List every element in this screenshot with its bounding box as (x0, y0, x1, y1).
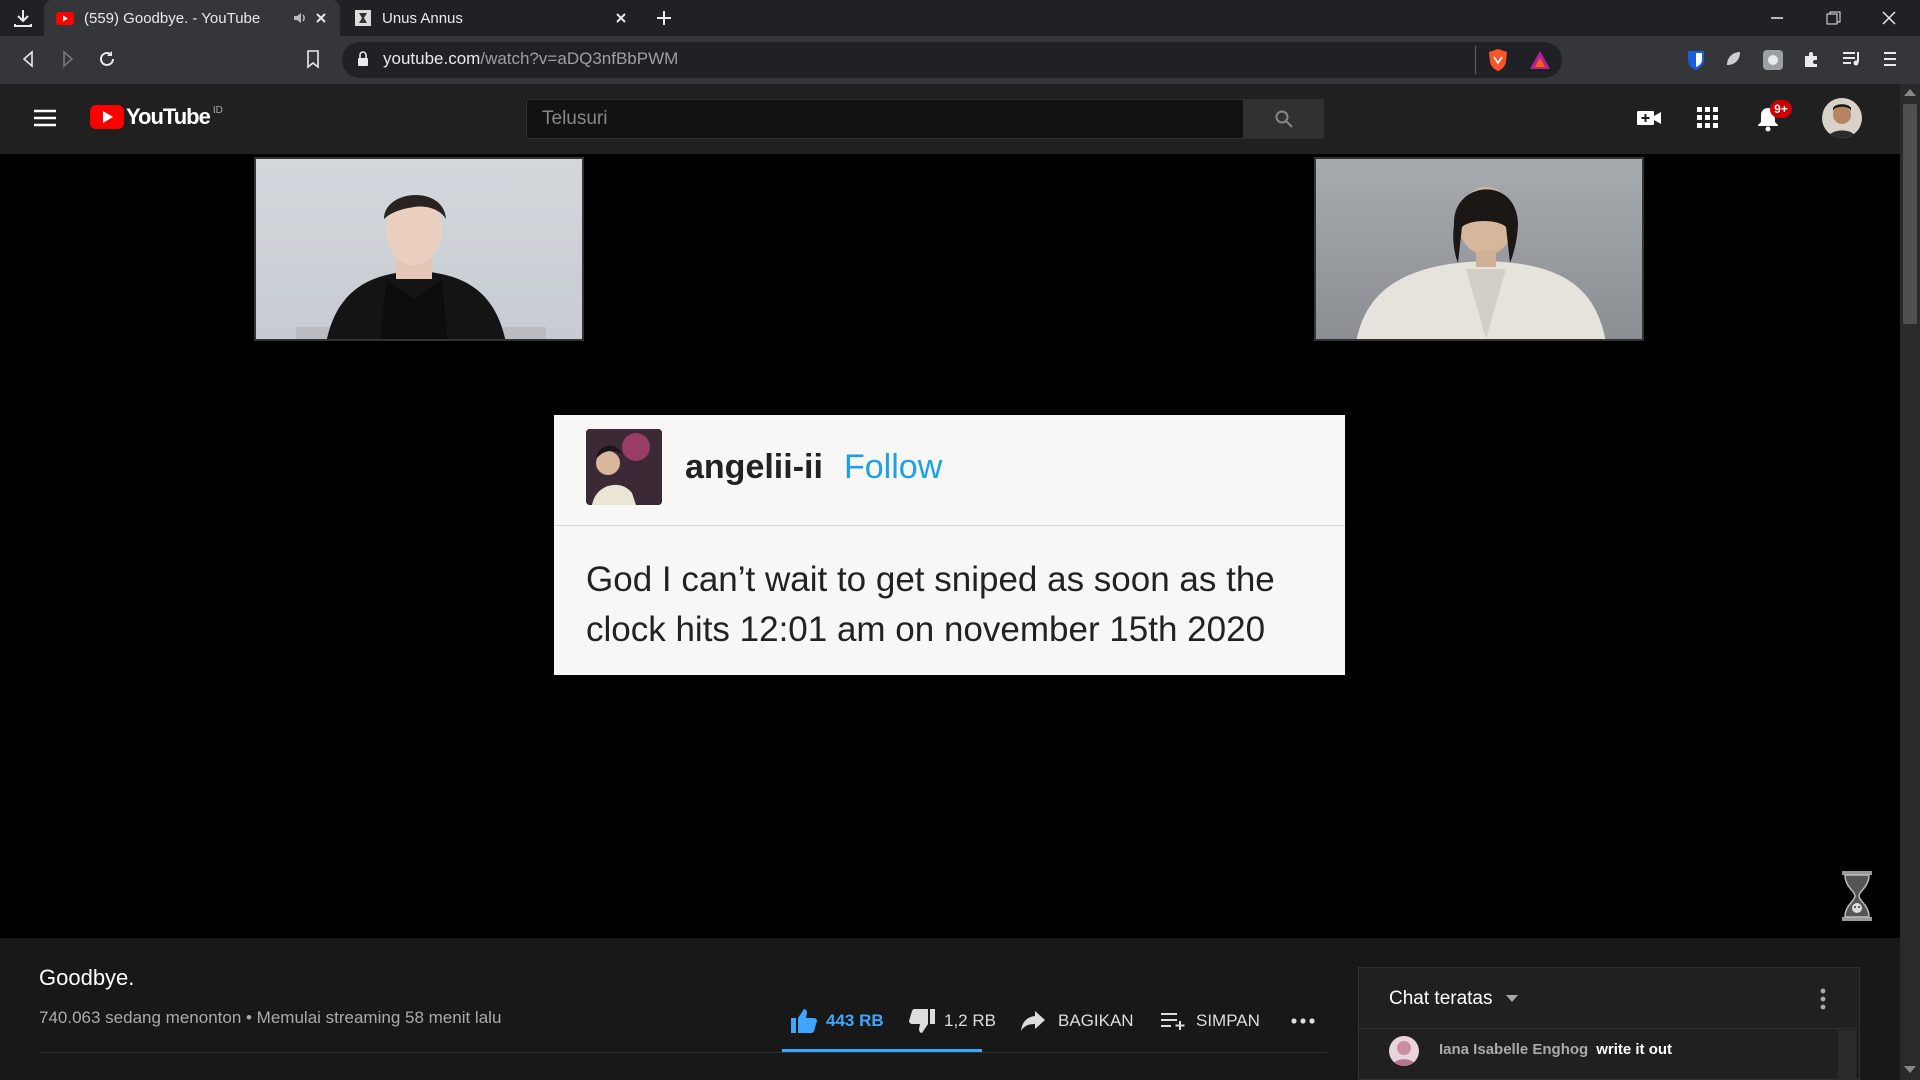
save-label: SIMPAN (1196, 1011, 1260, 1030)
chat-header-divider (1358, 1028, 1858, 1029)
avatar[interactable] (1822, 98, 1862, 138)
bitwarden-icon[interactable] (1686, 49, 1706, 71)
chat-mode-dropdown[interactable]: Chat teratas (1389, 988, 1518, 1010)
extensions-puzzle-icon[interactable] (1802, 49, 1822, 69)
new-tab-icon[interactable] (654, 8, 674, 28)
post-username: angelii-ii (685, 448, 823, 486)
apps-grid-icon[interactable] (1697, 107, 1719, 129)
search-icon (1274, 109, 1294, 129)
playlist-add-icon (1160, 1011, 1186, 1031)
tab-goodbye-youtube[interactable]: (559) Goodbye. - YouTube (44, 0, 340, 36)
scroll-up-arrow-icon[interactable] (1904, 88, 1916, 96)
brave-rewards-icon[interactable] (1529, 50, 1551, 70)
speaker-icon[interactable] (292, 10, 308, 26)
caret-down-icon (1505, 994, 1518, 1003)
unus-annus-hourglass-watermark (1841, 870, 1873, 922)
browser-menu-icon[interactable] (1882, 49, 1898, 69)
search-button[interactable] (1244, 99, 1324, 139)
url-path: /watch?v=aDQ3nfBbPWM (480, 49, 679, 68)
tab-title: (559) Goodbye. - YouTube (84, 9, 261, 27)
search-input[interactable] (526, 99, 1244, 139)
share-button[interactable]: BAGIKAN (1020, 1006, 1134, 1036)
extension-leaf-icon[interactable] (1723, 49, 1743, 69)
close-tab-icon[interactable] (312, 9, 330, 27)
minimize-icon[interactable] (1768, 10, 1786, 26)
like-button[interactable]: 443 RB (790, 1006, 884, 1036)
tumblr-post-card: angelii-ii Follow God I can’t wait to ge… (554, 415, 1345, 675)
post-body-text: God I can’t wait to get sniped as soon a… (586, 560, 1275, 649)
extension-box-icon[interactable] (1762, 49, 1784, 71)
live-chat-panel (1358, 967, 1860, 1080)
youtube-favicon-icon (56, 11, 74, 25)
close-window-icon[interactable] (1880, 9, 1898, 27)
reload-icon[interactable] (97, 49, 117, 69)
bookmark-icon[interactable] (304, 49, 322, 69)
media-queue-icon[interactable] (1841, 49, 1863, 69)
chat-author: Iana Isabelle Enghog (1439, 1041, 1589, 1058)
page-scrollbar-thumb[interactable] (1903, 104, 1917, 324)
hamburger-menu-icon[interactable] (32, 106, 58, 130)
lock-icon[interactable] (356, 50, 370, 68)
url-text[interactable]: youtube.com/watch?v=aDQ3nfBbPWM (383, 49, 678, 69)
search-placeholder: Telusuri (542, 108, 608, 129)
chat-scrollbar[interactable] (1838, 1030, 1856, 1080)
post-avatar (586, 429, 662, 505)
post-follow-link: Follow (844, 448, 943, 486)
omnibox-divider (1475, 46, 1476, 74)
browser-tab-bar: (559) Goodbye. - YouTube Unus Annus (0, 0, 1920, 36)
webcam-left-image (254, 157, 584, 341)
unus-annus-favicon-icon (354, 9, 372, 27)
chat-more-icon[interactable] (1820, 988, 1826, 1010)
youtube-logo-text: YouTube (126, 104, 211, 129)
brave-shield-icon[interactable] (1487, 48, 1509, 72)
download-icon[interactable] (12, 7, 34, 29)
thumbs-up-icon (790, 1008, 818, 1034)
post-divider (554, 525, 1345, 526)
close-tab-icon[interactable] (612, 9, 630, 27)
create-video-icon[interactable] (1636, 108, 1662, 128)
tab-title: Unus Annus (382, 9, 463, 27)
dislike-count: 1,2 RB (944, 1011, 996, 1030)
webcam-right-image (1314, 157, 1644, 341)
back-icon[interactable] (18, 49, 38, 69)
chat-avatar (1389, 1036, 1419, 1066)
region-code: ID (212, 104, 223, 116)
share-label: BAGIKAN (1058, 1011, 1134, 1030)
dislike-button[interactable]: 1,2 RB (908, 1006, 996, 1036)
info-divider (39, 1052, 1327, 1053)
url-domain: youtube.com (383, 49, 481, 68)
restore-icon[interactable] (1824, 10, 1842, 26)
thumbs-down-icon (908, 1008, 936, 1034)
youtube-logo[interactable]: YouTube ID (90, 104, 223, 130)
forward-icon[interactable] (58, 49, 78, 69)
chat-message: Iana Isabelle Enghog write it out (1439, 1041, 1672, 1058)
youtube-play-icon (90, 105, 124, 129)
save-button[interactable]: SIMPAN (1160, 1006, 1260, 1036)
more-horizontal-icon (1290, 1017, 1316, 1025)
video-title: Goodbye. (39, 965, 135, 990)
chat-title: Chat teratas (1389, 988, 1493, 1009)
share-icon (1020, 1010, 1046, 1032)
video-meta: 740.063 sedang menonton • Memulai stream… (39, 1008, 502, 1027)
notifications-badge: 9+ (1770, 100, 1792, 118)
scroll-down-arrow-icon[interactable] (1904, 1066, 1916, 1074)
like-count: 443 RB (826, 1011, 884, 1030)
chat-text: write it out (1596, 1041, 1673, 1058)
tab-unus-annus[interactable]: Unus Annus (344, 0, 640, 36)
more-actions-button[interactable] (1290, 1006, 1316, 1036)
